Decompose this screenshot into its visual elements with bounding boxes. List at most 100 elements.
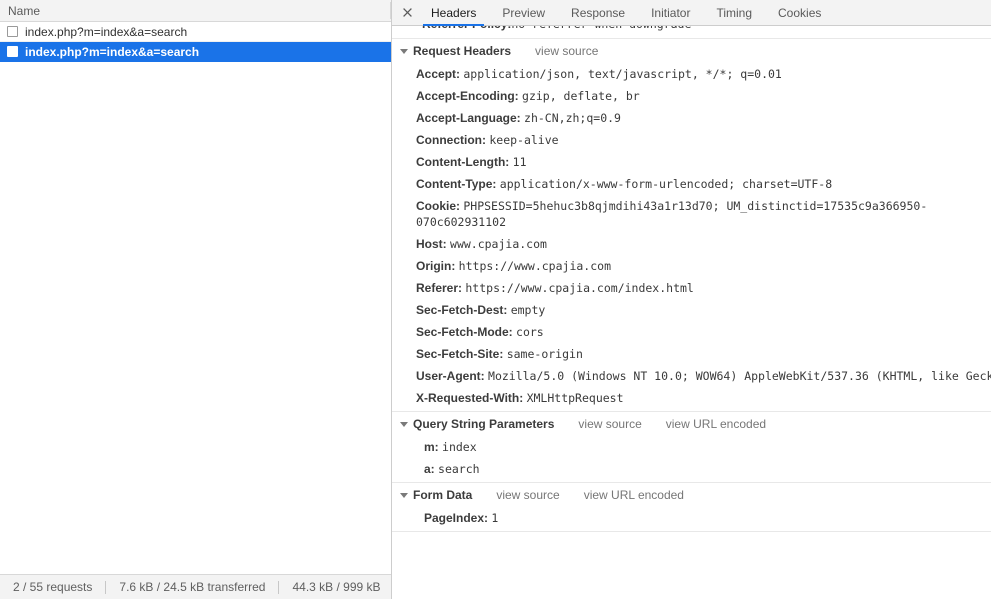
- param-name: m:: [424, 440, 439, 454]
- tab-timing[interactable]: Timing: [703, 0, 765, 25]
- section-header[interactable]: Request Headers view source: [392, 39, 991, 63]
- view-source-link[interactable]: view source: [535, 44, 598, 58]
- section-header[interactable]: Query String Parameters view source view…: [392, 412, 991, 436]
- header-name: X-Requested-With:: [416, 391, 524, 405]
- column-divider[interactable]: [390, 2, 391, 19]
- status-resources: 44.3 kB / 999 kB: [292, 580, 381, 594]
- header-name: User-Agent:: [416, 369, 485, 383]
- request-rows-container[interactable]: index.php?m=index&a=search index.php?m=i…: [0, 22, 391, 574]
- header-name: Sec-Fetch-Site:: [416, 347, 504, 361]
- header-value: PHPSESSID=5hehuc3b8qjmdihi43a1r13d70; UM…: [416, 199, 928, 229]
- header-row: Accept-Encoding: gzip, deflate, br: [392, 85, 991, 107]
- header-row: Content-Type: application/x-www-form-url…: [392, 173, 991, 195]
- tab-cookies[interactable]: Cookies: [765, 0, 834, 25]
- header-row: Accept: application/json, text/javascrip…: [392, 63, 991, 85]
- view-source-link[interactable]: view source: [496, 488, 559, 502]
- param-name: a:: [424, 462, 435, 476]
- header-name: Host:: [416, 237, 447, 251]
- header-value: cors: [516, 325, 544, 339]
- status-divider: [278, 580, 280, 594]
- header-value: empty: [510, 303, 546, 317]
- devtools-network-panel: Name index.php?m=index&a=search index.ph…: [0, 0, 991, 599]
- view-url-encoded-link[interactable]: view URL encoded: [666, 417, 766, 431]
- header-name: Sec-Fetch-Mode:: [416, 325, 513, 339]
- header-row: Sec-Fetch-Dest: empty: [392, 299, 991, 321]
- chevron-down-icon[interactable]: [400, 48, 408, 54]
- header-row: Cookie: PHPSESSID=5hehuc3b8qjmdihi43a1r1…: [392, 195, 991, 233]
- header-value: keep-alive: [489, 133, 559, 147]
- header-value: Mozilla/5.0 (Windows NT 10.0; WOW64) App…: [488, 369, 991, 383]
- header-value: gzip, deflate, br: [522, 89, 640, 103]
- section-request-headers: Request Headers view source Accept: appl…: [392, 39, 991, 412]
- header-name: Content-Type:: [416, 177, 497, 191]
- request-row[interactable]: index.php?m=index&a=search: [0, 22, 391, 42]
- view-url-encoded-link[interactable]: view URL encoded: [584, 488, 684, 502]
- status-transferred: 7.6 kB / 24.5 kB transferred: [119, 580, 266, 594]
- status-requests-count: 2 / 55 requests: [13, 580, 93, 594]
- header-name: Accept:: [416, 67, 461, 81]
- header-row: Referer: https://www.cpajia.com/index.ht…: [392, 277, 991, 299]
- header-name: Sec-Fetch-Dest:: [416, 303, 508, 317]
- section-header[interactable]: Form Data view source view URL encoded: [392, 483, 991, 507]
- tab-response[interactable]: Response: [558, 0, 638, 25]
- header-row: Content-Length: 11: [392, 151, 991, 173]
- header-name: Origin:: [416, 259, 456, 273]
- param-value: index: [442, 440, 477, 454]
- header-row: Origin: https://www.cpajia.com: [392, 255, 991, 277]
- tab-preview[interactable]: Preview: [489, 0, 558, 25]
- param-row: m: index: [392, 436, 991, 458]
- param-row: a: search: [392, 458, 991, 480]
- header-name: Content-Length:: [416, 155, 510, 169]
- tab-headers[interactable]: Headers: [418, 0, 489, 26]
- section-title: Query String Parameters: [413, 417, 555, 431]
- header-value: application/json, text/javascript, */*; …: [463, 67, 782, 81]
- request-list-column-header[interactable]: Name: [0, 0, 391, 22]
- header-name: Connection:: [416, 133, 486, 147]
- network-status-bar: 2 / 55 requests 7.6 kB / 24.5 kB transfe…: [0, 574, 391, 599]
- param-row: PageIndex: 1: [392, 507, 991, 529]
- request-type-icon: [7, 26, 18, 37]
- close-icon[interactable]: [396, 2, 418, 24]
- section-query-string-parameters: Query String Parameters view source view…: [392, 412, 991, 483]
- clipped-header-text: Referrer Policy:no-referrer-when-downgra…: [422, 26, 691, 31]
- request-type-icon: [7, 46, 18, 57]
- chevron-down-icon[interactable]: [400, 492, 408, 498]
- header-value: www.cpajia.com: [450, 237, 547, 251]
- header-row: Sec-Fetch-Site: same-origin: [392, 343, 991, 365]
- header-name: Accept-Language:: [416, 111, 521, 125]
- request-name: index.php?m=index&a=search: [25, 44, 200, 59]
- clipped-header-value: no-referrer-when-downgrade: [511, 26, 691, 31]
- header-row: X-Requested-With: XMLHttpRequest: [392, 387, 991, 409]
- view-source-link[interactable]: view source: [578, 417, 641, 431]
- header-row: Host: www.cpajia.com: [392, 233, 991, 255]
- section-form-data: Form Data view source view URL encoded P…: [392, 483, 991, 532]
- header-name: Cookie:: [416, 199, 461, 213]
- header-value: zh-CN,zh;q=0.9: [524, 111, 621, 125]
- header-row: Connection: keep-alive: [392, 129, 991, 151]
- request-name: index.php?m=index&a=search: [25, 24, 188, 39]
- request-row[interactable]: index.php?m=index&a=search: [0, 42, 391, 62]
- header-name: Accept-Encoding:: [416, 89, 519, 103]
- header-row: Accept-Language: zh-CN,zh;q=0.9: [392, 107, 991, 129]
- header-row: User-Agent: Mozilla/5.0 (Windows NT 10.0…: [392, 365, 991, 387]
- clipped-header-row: Referrer Policy:no-referrer-when-downgra…: [392, 26, 991, 39]
- section-title: Form Data: [413, 488, 473, 502]
- headers-scroll-area[interactable]: Referrer Policy:no-referrer-when-downgra…: [392, 26, 991, 599]
- header-value: https://www.cpajia.com/index.html: [465, 281, 694, 295]
- header-value: 11: [512, 155, 527, 169]
- request-list-panel: Name index.php?m=index&a=search index.ph…: [0, 0, 392, 599]
- header-name: Referer:: [416, 281, 463, 295]
- param-value: 1: [491, 511, 499, 525]
- param-name: PageIndex:: [424, 511, 489, 525]
- clipped-header-name: Referrer Policy:: [422, 26, 511, 31]
- header-row: Sec-Fetch-Mode: cors: [392, 321, 991, 343]
- header-value: XMLHttpRequest: [526, 391, 624, 405]
- header-value: https://www.cpajia.com: [458, 259, 611, 273]
- header-value: application/x-www-form-urlencoded; chars…: [499, 177, 833, 191]
- column-header-name: Name: [8, 3, 41, 18]
- header-value: same-origin: [506, 347, 583, 361]
- section-title: Request Headers: [413, 44, 512, 58]
- param-value: search: [438, 462, 480, 476]
- tab-initiator[interactable]: Initiator: [638, 0, 703, 25]
- chevron-down-icon[interactable]: [400, 421, 408, 427]
